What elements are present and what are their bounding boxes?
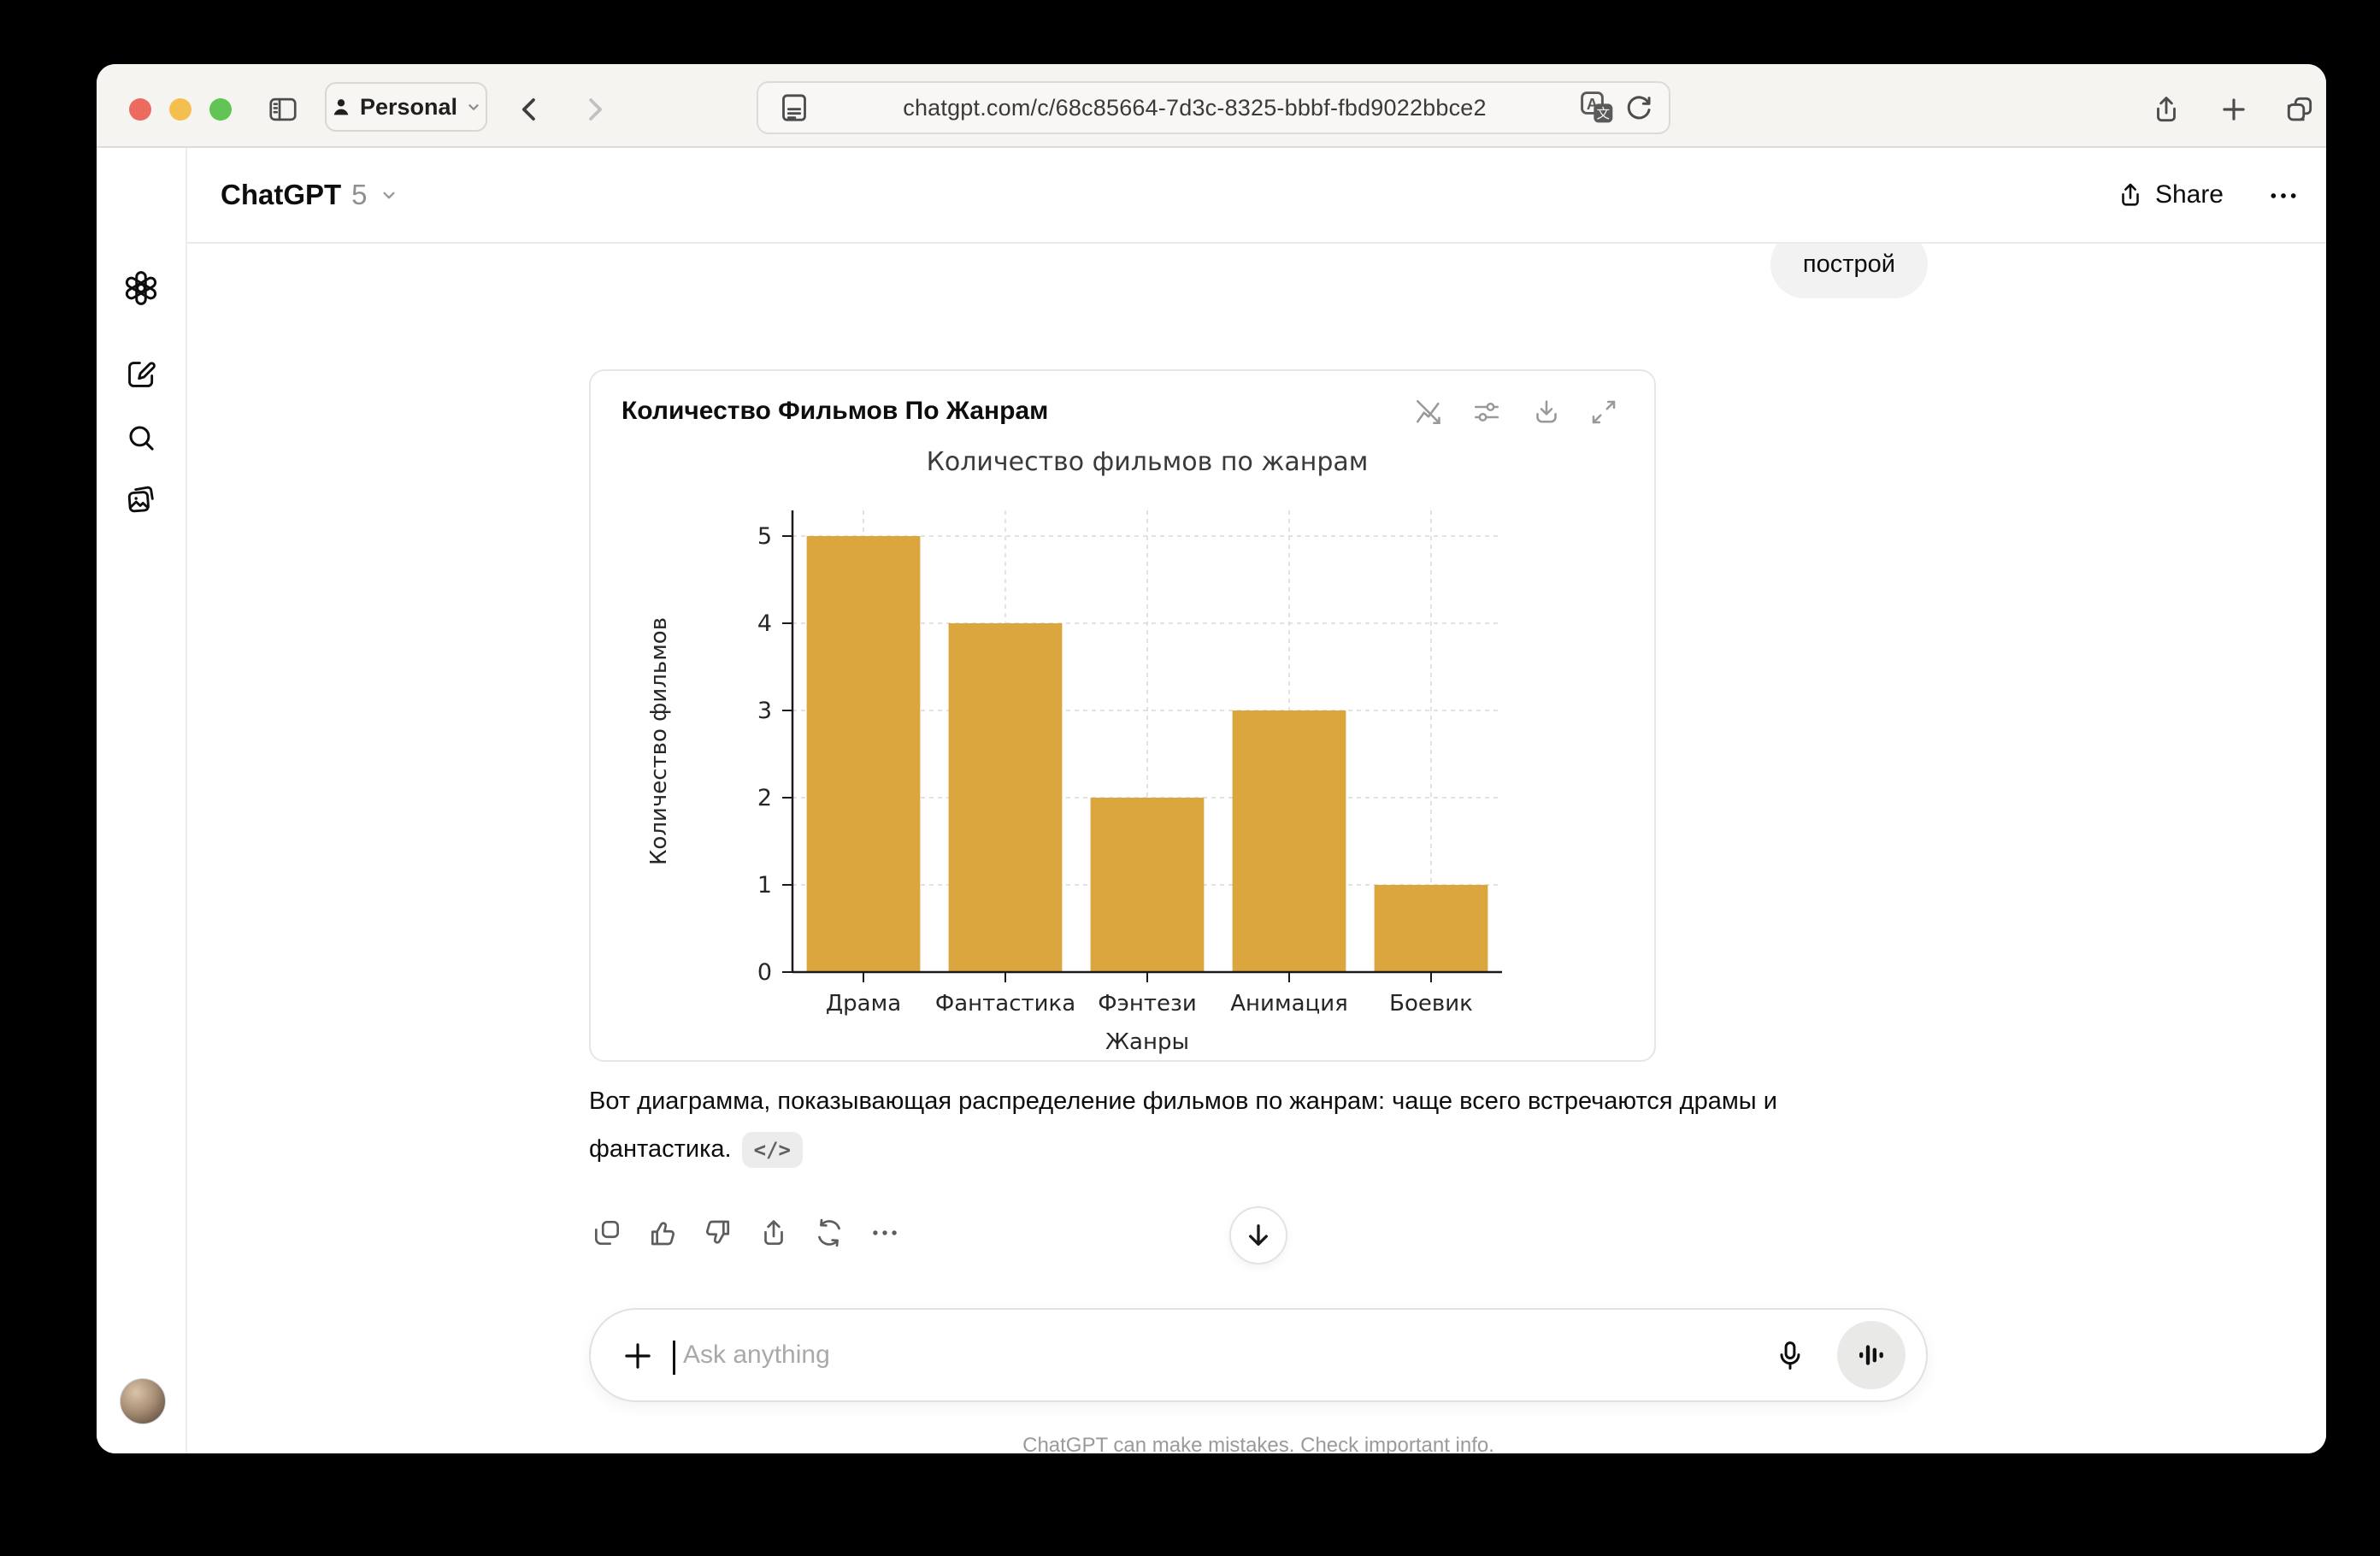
conversation-header: ChatGPT 5 Share [187,148,2326,244]
attach-button[interactable] [620,1338,656,1374]
composer-input[interactable]: Ask anything [683,1341,830,1370]
back-button[interactable] [514,93,546,126]
tab-overview-icon [2283,93,2316,126]
address-bar[interactable]: chatgpt.com/c/68c85664-7d3c-8325-bbbf-fb… [757,81,1670,134]
chevron-down-icon [378,184,400,206]
svg-text:2: 2 [757,785,772,811]
browser-share-button[interactable] [2150,93,2183,126]
share-icon [2150,93,2183,126]
app-title: ChatGPT [221,179,341,211]
thumbs-down-icon [702,1217,734,1249]
browser-window: Personal [97,64,2326,1453]
copy-icon [591,1217,623,1249]
sidebar [97,148,187,1453]
forward-icon [578,93,610,126]
upload-button[interactable] [757,1217,790,1249]
message-more-button[interactable] [869,1217,901,1249]
voice-mode-button[interactable] [1837,1321,1906,1389]
translate-icon[interactable]: A 文 [1578,89,1616,127]
reader-icon[interactable] [777,91,811,125]
svg-text:0: 0 [757,959,772,986]
svg-text:1: 1 [757,872,772,899]
thumbs-up-button[interactable] [646,1217,679,1249]
svg-text:Количество фильмов по жанрам: Количество фильмов по жанрам [927,447,1369,477]
genre-bar-chart: 0 1 2 3 4 5 Драма Фантастика Фэнтези Анимация Боев… [613,421,1630,1060]
svg-text:5: 5 [757,523,772,550]
search-icon [125,421,157,454]
svg-text:文: 文 [1597,106,1611,121]
user-avatar[interactable] [120,1378,166,1424]
svg-text:4: 4 [757,610,772,637]
dictate-button[interactable] [1772,1338,1808,1374]
svg-text:Фантастика: Фантастика [935,991,1075,1017]
conversation-more-button[interactable] [2266,179,2300,213]
person-icon [329,95,353,119]
user-message-bubble: построй [1770,244,1928,298]
more-icon [2266,179,2300,213]
url-text[interactable]: chatgpt.com/c/68c85664-7d3c-8325-bbbf-fb… [811,95,1578,121]
arrow-down-icon [1243,1220,1274,1251]
search-button[interactable] [125,421,157,454]
upload-icon [757,1217,790,1249]
svg-text:3: 3 [757,698,772,724]
back-icon [514,93,546,126]
reload-icon[interactable] [1623,91,1655,124]
library-button[interactable] [125,483,157,516]
chatgpt-app: ChatGPT 5 Share [97,148,2326,1453]
svg-text:Жанры: Жанры [1105,1029,1189,1055]
sidebar-toggle-button[interactable] [267,93,299,126]
svg-text:Драма: Драма [826,991,901,1017]
new-tab-icon [2218,93,2250,126]
user-message-text: построй [1803,250,1895,279]
disclaimer-text: ChatGPT can make mistakes. Check importa… [589,1434,1928,1453]
assistant-message: Вот диаграмма, показывающая распределени… [589,1077,1871,1173]
sidebar-toggle-icon [267,93,299,126]
copy-button[interactable] [591,1217,623,1249]
profile-button[interactable]: Personal [325,82,487,132]
share-label: Share [2155,180,2224,209]
plus-icon [620,1338,656,1374]
forward-button[interactable] [578,93,610,126]
share-icon [2116,180,2145,209]
close-window-button[interactable] [129,98,151,121]
zoom-window-button[interactable] [209,98,232,121]
code-reference-chip[interactable]: </> [742,1132,803,1168]
browser-toolbar: Personal [97,64,2326,148]
share-button[interactable]: Share [2116,148,2224,242]
chat-viewport[interactable]: построй Количество Фильмов По Жанрам [187,244,2326,1453]
tab-overview-button[interactable] [2283,93,2316,126]
thumbs-down-button[interactable] [702,1217,734,1249]
library-icon [125,483,157,516]
screen: Personal [0,0,2380,1556]
regenerate-button[interactable] [813,1217,845,1249]
voice-mode-icon [1854,1338,1888,1372]
svg-text:Анимация: Анимация [1230,991,1347,1017]
new-chat-button[interactable] [125,358,157,391]
more-icon [869,1217,901,1249]
composer[interactable]: Ask anything [589,1308,1928,1402]
new-chat-icon [125,358,157,391]
svg-text:Фэнтези: Фэнтези [1098,991,1197,1017]
openai-logo-icon [123,270,159,306]
regenerate-icon [813,1217,845,1249]
text-caret [673,1341,675,1375]
model-selector[interactable]: ChatGPT 5 [221,148,400,242]
thumbs-up-icon [646,1217,679,1249]
model-version: 5 [351,179,367,211]
svg-text:Боевик: Боевик [1389,991,1473,1017]
svg-text:Количество фильмов: Количество фильмов [646,617,672,865]
profile-label: Personal [360,94,457,121]
scroll-to-bottom-button[interactable] [1229,1206,1287,1264]
mic-icon [1772,1338,1808,1374]
chevron-down-icon [464,97,483,116]
chart-card: Количество Фильмов По Жанрам [589,369,1656,1062]
minimize-window-button[interactable] [169,98,191,121]
new-tab-button[interactable] [2218,93,2250,126]
